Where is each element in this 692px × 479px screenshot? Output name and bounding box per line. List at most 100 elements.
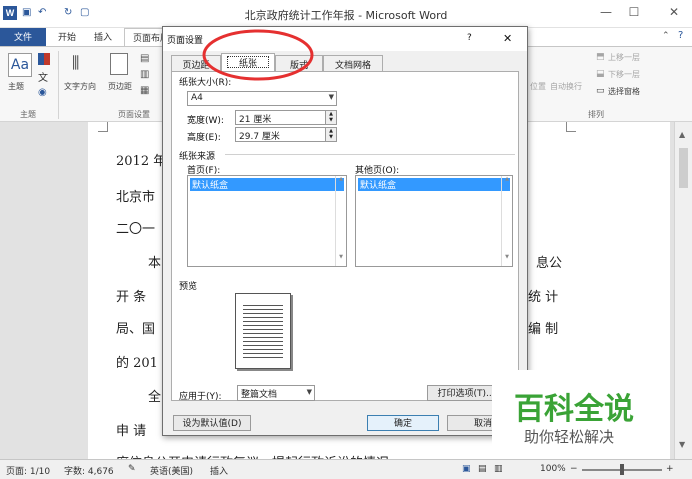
margin-corner-mark [98, 122, 108, 132]
document-line: 二〇一 [116, 222, 156, 237]
collapse-ribbon-icon[interactable]: ⌃ [662, 31, 670, 41]
document-line: 的 201 [116, 356, 158, 371]
close-window-button[interactable]: ✕ [664, 5, 684, 19]
theme-button[interactable]: 主题 [8, 81, 24, 92]
preview-label: 预览 [179, 282, 198, 292]
status-bar: 页面: 1/10 字数: 4,676 ✎ 英语(美国) 插入 ▣ ▤ ▥ 100… [0, 459, 692, 479]
dialog-help-button[interactable]: ? [467, 33, 472, 43]
page-setup-dialog: 页面设置 ? ✕ 页边距 纸张 版式 文档网格 纸张大小(R): A4 ▼ 宽度… [162, 26, 528, 436]
page-setup-group-label: 页面设置 [118, 110, 150, 119]
send-backward-button[interactable]: 下移一层 [608, 69, 640, 80]
bring-forward-icon[interactable]: ⬒ [596, 52, 605, 62]
bring-forward-button[interactable]: 上移一层 [608, 52, 640, 63]
section-divider [225, 154, 515, 155]
dialog-title: 页面设置 [167, 36, 204, 46]
document-line: 申 请 [116, 424, 147, 439]
help-icon[interactable]: ? [678, 30, 683, 41]
orientation-small-icon[interactable]: ▤ [140, 53, 149, 64]
margins-button[interactable]: 页边距 [108, 81, 132, 92]
dialog-close-button[interactable]: ✕ [503, 32, 512, 45]
print-layout-icon[interactable]: ▣ [462, 464, 471, 474]
theme-effects-icon[interactable]: ◉ [38, 87, 47, 98]
height-input[interactable]: 29.7 厘米 ▲ ▼ [235, 127, 337, 142]
tab-home[interactable]: 开始 [50, 28, 84, 46]
page-count[interactable]: 页面: 1/10 [6, 464, 50, 477]
document-line: 2012 年 [116, 154, 167, 169]
text-direction-icon[interactable]: ⫼ [72, 53, 79, 73]
ok-button[interactable]: 确定 [367, 415, 439, 431]
insert-mode[interactable]: 插入 [210, 464, 228, 477]
watermark: 百科全说 助你轻松解决 [492, 370, 668, 456]
width-label: 宽度(W): [187, 116, 224, 126]
web-layout-icon[interactable]: ▥ [494, 464, 503, 474]
theme-group-label: 主题 [20, 110, 36, 119]
first-page-list[interactable]: 默认纸盒 ▲ ▼ [187, 175, 347, 267]
other-pages-list[interactable]: 默认纸盒 ▲ ▼ [355, 175, 513, 267]
margin-corner-mark [566, 122, 576, 132]
title-bar: W ▣ ↶ ↻ ▢ 北京政府统计工作年报 - Microsoft Word — … [0, 0, 692, 28]
document-fragment: 息公 [536, 256, 563, 271]
paper-size-select[interactable]: A4 ▼ [187, 91, 337, 106]
height-label: 高度(E): [187, 133, 221, 143]
scroll-up-icon[interactable]: ▲ [679, 130, 685, 139]
highlight-circle [202, 29, 314, 81]
zoom-level[interactable]: 100% [540, 464, 566, 474]
theme-icon[interactable]: Aa [8, 53, 32, 77]
text-direction-button[interactable]: 文字方向 [64, 81, 96, 92]
ribbon-separator [58, 51, 59, 119]
zoom-slider-thumb[interactable] [620, 464, 624, 475]
paper-source-label: 纸张来源 [179, 152, 216, 162]
language[interactable]: 英语(美国) [150, 464, 193, 477]
columns-small-icon[interactable]: ▦ [140, 85, 149, 96]
send-backward-icon[interactable]: ⬓ [596, 69, 605, 79]
zoom-in-icon[interactable]: + [666, 464, 674, 474]
word-count[interactable]: 字数: 4,676 [64, 464, 114, 477]
zoom-out-icon[interactable]: − [570, 464, 578, 474]
selection-pane-icon[interactable]: ▭ [596, 86, 605, 96]
selection-pane-button[interactable]: 选择窗格 [608, 86, 640, 97]
size-small-icon[interactable]: ▥ [140, 69, 149, 80]
position-button[interactable]: 位置 [530, 81, 546, 92]
theme-colors-icon[interactable] [38, 53, 50, 65]
width-spinner[interactable]: ▲ ▼ [325, 111, 336, 124]
vertical-scrollbar[interactable]: ▲ ▼ [674, 122, 692, 459]
tab-file[interactable]: 文件 [0, 28, 46, 46]
paper-size-value: A4 [191, 93, 203, 103]
first-page-item[interactable]: 默认纸盒 [190, 178, 344, 191]
other-pages-item[interactable]: 默认纸盒 [358, 178, 510, 191]
tab-insert[interactable]: 插入 [86, 28, 120, 46]
apply-to-select[interactable]: 整篇文档 ▼ [237, 385, 315, 401]
minimize-button[interactable]: — [596, 5, 616, 19]
preview-page [235, 293, 291, 369]
watermark-title: 百科全说 [514, 392, 634, 427]
proofing-icon[interactable]: ✎ [128, 464, 136, 474]
height-value: 29.7 厘米 [239, 132, 280, 142]
document-fragment: 统 计 [528, 290, 559, 305]
document-line: 开 条 [116, 290, 147, 305]
width-value: 21 厘米 [239, 115, 272, 125]
height-spinner[interactable]: ▲ ▼ [325, 128, 336, 141]
set-default-button[interactable]: 设为默认值(D) [173, 415, 251, 431]
list-scrollbar[interactable]: ▲ ▼ [501, 176, 512, 266]
scroll-thumb[interactable] [679, 148, 688, 188]
theme-fonts-icon[interactable]: 文 [38, 69, 48, 84]
watermark-subtitle: 助你轻松解决 [524, 428, 615, 446]
document-line: 局、国 [116, 322, 156, 337]
list-scrollbar[interactable]: ▲ ▼ [335, 176, 346, 266]
width-input[interactable]: 21 厘米 ▲ ▼ [235, 110, 337, 125]
document-line: 北京市 [116, 190, 156, 205]
document-fragment: 编 制 [528, 322, 559, 337]
chevron-down-icon: ▼ [306, 388, 312, 396]
tab-document-grid[interactable]: 文档网格 [323, 55, 383, 71]
apply-to-value: 整篇文档 [241, 390, 278, 400]
wrap-text-button[interactable]: 自动换行 [550, 81, 582, 92]
margins-icon[interactable] [110, 53, 128, 75]
scroll-down-icon[interactable]: ▼ [679, 440, 685, 449]
document-line: 本 [148, 256, 162, 271]
maximize-button[interactable]: ☐ [624, 5, 644, 19]
document-line: 全 [148, 390, 162, 405]
window-title: 北京政府统计工作年报 - Microsoft Word [244, 9, 448, 22]
chevron-down-icon: ▼ [328, 93, 334, 101]
arrange-group-label: 排列 [588, 110, 604, 119]
read-mode-icon[interactable]: ▤ [478, 464, 487, 474]
